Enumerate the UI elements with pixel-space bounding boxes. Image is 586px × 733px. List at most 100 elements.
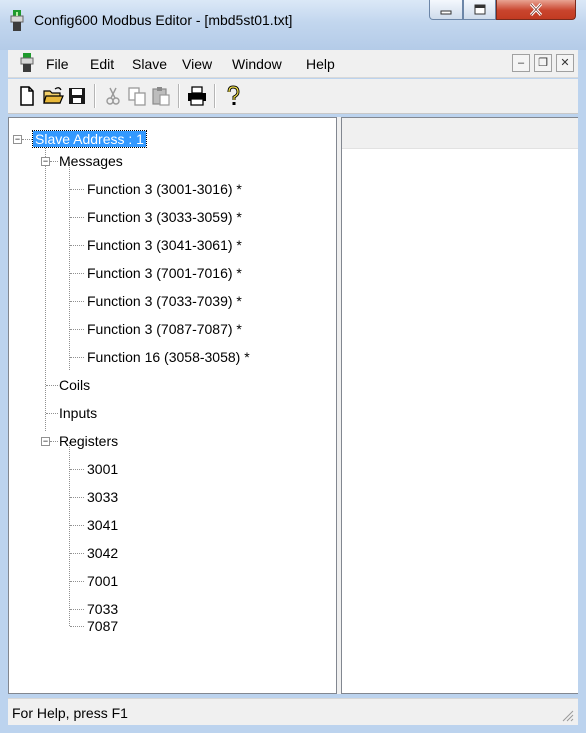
tree-line	[70, 329, 84, 330]
menu-edit[interactable]: Edit	[90, 56, 114, 72]
toolbar	[8, 79, 578, 114]
tree-node-label: Coils	[59, 377, 91, 393]
tree-line	[70, 469, 84, 470]
cut-icon[interactable]	[102, 85, 124, 107]
print-icon[interactable]	[186, 85, 208, 107]
resize-grip-icon[interactable]	[560, 708, 574, 722]
tree-node-messages[interactable]: Messages	[59, 150, 123, 172]
mdi-restore-icon: ❐	[538, 57, 548, 69]
maximize-icon	[474, 4, 485, 15]
tree-node-message[interactable]: Function 16 (3058-3058) *	[87, 346, 250, 368]
mdi-minimize-button[interactable]: –	[512, 54, 530, 72]
tree-node-label: 7001	[87, 573, 119, 589]
new-icon[interactable]	[16, 85, 38, 107]
tree-node-label: Registers	[59, 433, 119, 449]
tree-node-label: 3042	[87, 545, 119, 561]
tree-node-slave-address[interactable]: Slave Address : 1	[32, 128, 147, 150]
tree-line	[70, 553, 84, 554]
tree-line	[46, 413, 58, 414]
mdi-close-icon: ✕	[560, 57, 570, 69]
tree-node-message[interactable]: Function 3 (3001-3016) *	[87, 178, 242, 200]
help-icon[interactable]	[222, 85, 244, 107]
tree-node-label: Function 3 (3033-3059) *	[87, 209, 242, 225]
tree-line	[70, 626, 84, 627]
tree-node-message[interactable]: Function 3 (7033-7039) *	[87, 290, 242, 312]
detail-header	[342, 118, 578, 149]
tree-node-register[interactable]: 7001	[87, 570, 118, 592]
app-icon	[10, 10, 24, 31]
tree-node-coils[interactable]: Coils	[59, 374, 90, 396]
tree-node-label: Function 16 (3058-3058) *	[87, 349, 250, 365]
tree-node-label: Messages	[59, 153, 123, 169]
mdi-minimize-icon: –	[517, 57, 525, 69]
mdi-close-button[interactable]: ✕	[556, 54, 574, 72]
tree-node-register[interactable]: 3001	[87, 458, 118, 480]
tree-node-register[interactable]: 3041	[87, 514, 118, 536]
status-text: For Help, press F1	[12, 705, 128, 721]
tree-node-label: Function 3 (7087-7087) *	[87, 321, 242, 337]
minimize-icon	[440, 10, 452, 14]
collapse-toggle[interactable]: −	[13, 135, 22, 144]
tree-line	[22, 139, 32, 140]
toolbar-separator	[214, 84, 216, 108]
tree-node-label: Function 3 (7033-7039) *	[87, 293, 242, 309]
tree-node-register[interactable]: 3042	[87, 542, 118, 564]
tree-node-label: Function 3 (3001-3016) *	[87, 181, 242, 197]
tree-line	[70, 497, 84, 498]
tree-line	[70, 217, 84, 218]
tree-node-register[interactable]: 3033	[87, 486, 118, 508]
toolbar-separator	[94, 84, 96, 108]
tree-view[interactable]: − Slave Address : 1 − Messages Function …	[8, 117, 337, 694]
tree-node-label: Slave Address : 1	[32, 130, 147, 148]
toolbar-separator	[178, 84, 180, 108]
tree-line	[69, 162, 70, 370]
minimize-button[interactable]	[429, 0, 463, 20]
mdi-restore-button[interactable]: ❐	[534, 54, 552, 72]
copy-icon[interactable]	[126, 85, 148, 107]
tree-node-label: 7087	[87, 618, 119, 634]
menu-view[interactable]: View	[182, 56, 212, 72]
document-app-icon[interactable]	[18, 53, 36, 73]
tree-line	[46, 385, 58, 386]
tree-line	[50, 161, 58, 162]
menu-help[interactable]: Help	[306, 56, 335, 72]
tree-node-message[interactable]: Function 3 (3041-3061) *	[87, 234, 242, 256]
menu-bar: File Edit Slave View Window Help – ❐ ✕	[8, 50, 578, 78]
tree-line	[70, 245, 84, 246]
app-window: Config600 Modbus Editor - [mbd5st01.txt]	[0, 0, 586, 733]
title-bar[interactable]: Config600 Modbus Editor - [mbd5st01.txt]	[0, 0, 586, 50]
tree-node-register[interactable]: 7087	[87, 615, 118, 637]
tree-line	[50, 441, 58, 442]
maximize-button[interactable]	[463, 0, 496, 20]
tree-node-registers[interactable]: Registers	[59, 430, 118, 452]
collapse-toggle[interactable]: −	[41, 157, 50, 166]
status-bar: For Help, press F1	[8, 698, 578, 725]
tree-line	[70, 301, 84, 302]
tree-line	[70, 525, 84, 526]
tree-node-label: Function 3 (7001-7016) *	[87, 265, 242, 281]
tree-node-message[interactable]: Function 3 (3033-3059) *	[87, 206, 242, 228]
open-icon[interactable]	[42, 85, 64, 107]
tree-line	[70, 273, 84, 274]
tree-node-label: 3001	[87, 461, 119, 477]
window-bottom-border	[0, 725, 586, 733]
tree-line	[70, 609, 84, 610]
detail-view[interactable]	[341, 117, 578, 694]
close-button[interactable]	[496, 0, 576, 20]
tree-node-label: Inputs	[59, 405, 98, 421]
menu-file[interactable]: File	[46, 56, 69, 72]
save-icon[interactable]	[66, 85, 88, 107]
menu-slave[interactable]: Slave	[132, 56, 167, 72]
tree-line	[45, 139, 46, 431]
close-icon	[529, 3, 543, 16]
collapse-toggle[interactable]: −	[41, 437, 50, 446]
tree-line	[70, 357, 84, 358]
window-title: Config600 Modbus Editor - [mbd5st01.txt]	[34, 12, 293, 28]
tree-node-label: Function 3 (3041-3061) *	[87, 237, 242, 253]
tree-node-label: 3041	[87, 517, 119, 533]
paste-icon[interactable]	[150, 85, 172, 107]
tree-node-inputs[interactable]: Inputs	[59, 402, 97, 424]
tree-node-message[interactable]: Function 3 (7001-7016) *	[87, 262, 242, 284]
menu-window[interactable]: Window	[232, 56, 282, 72]
tree-node-message[interactable]: Function 3 (7087-7087) *	[87, 318, 242, 340]
